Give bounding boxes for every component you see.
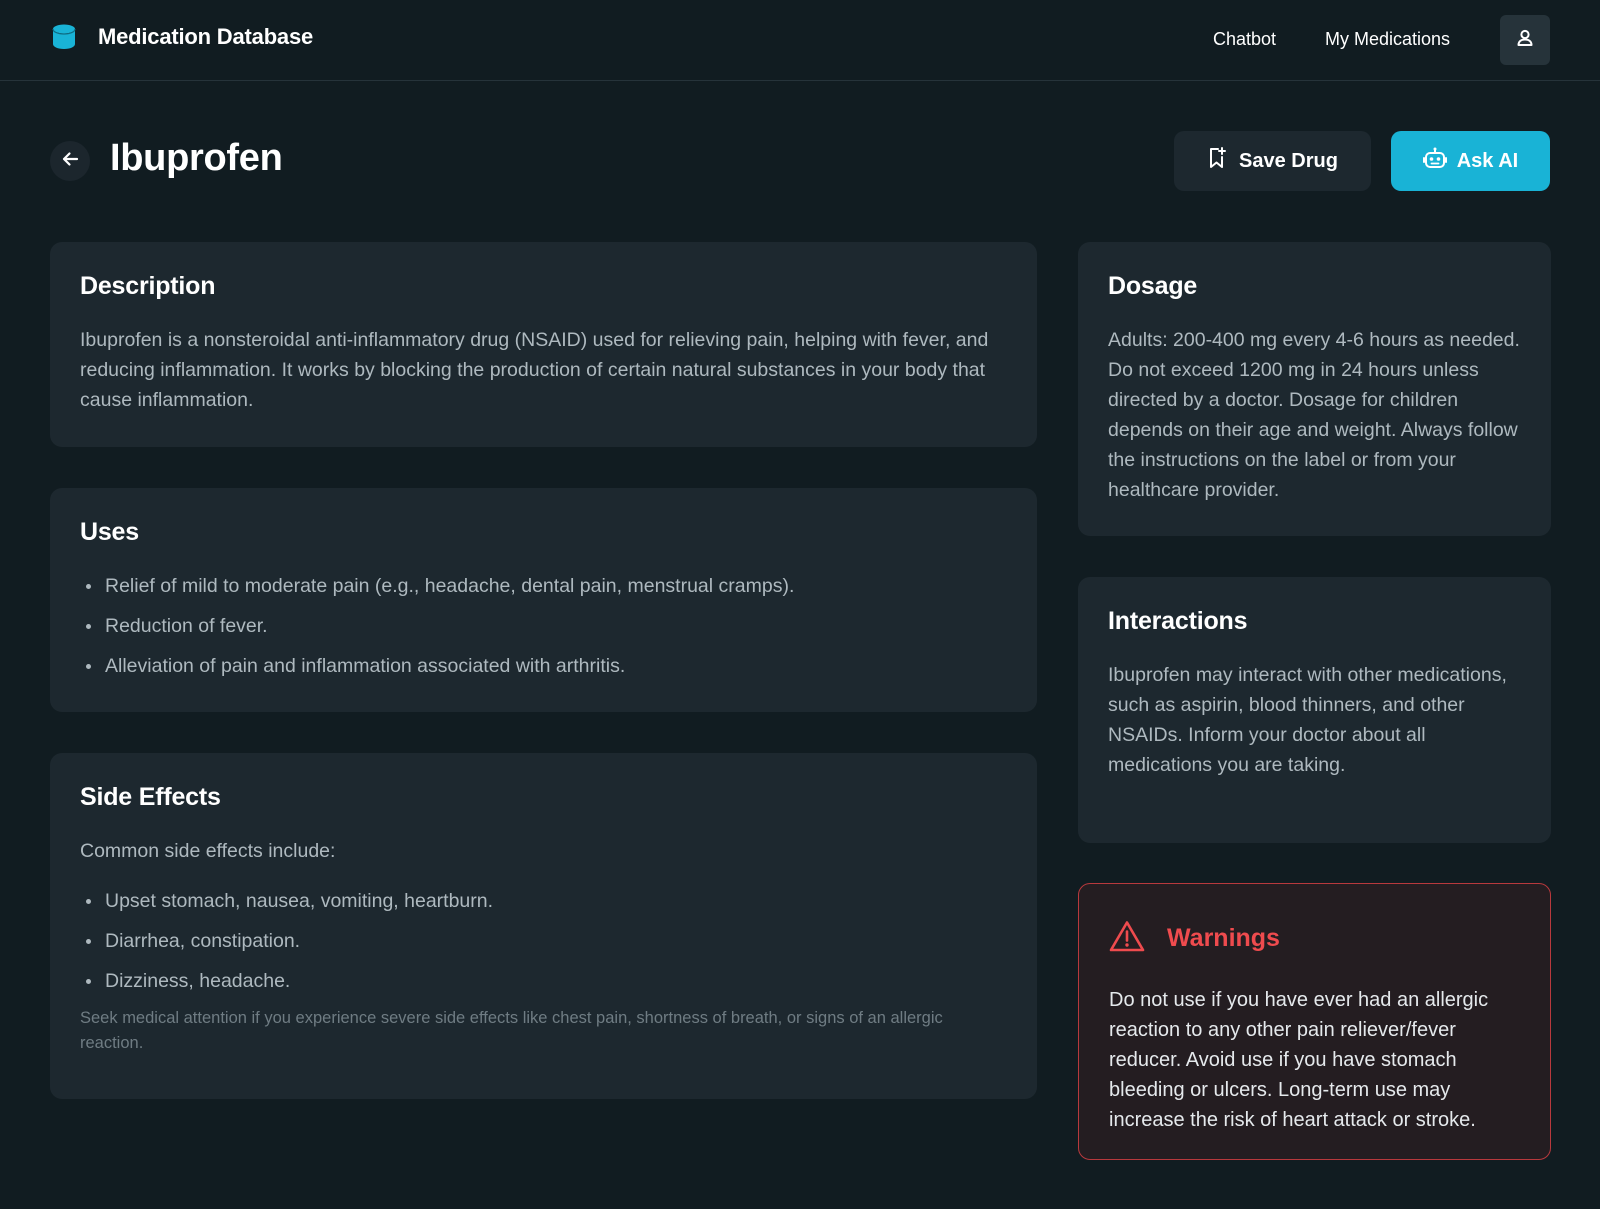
user-icon (1515, 28, 1535, 53)
warnings-title: Warnings (1167, 924, 1280, 952)
list-item: Reduction of fever. (80, 611, 1007, 641)
database-icon (52, 24, 76, 50)
uses-title: Uses (80, 518, 139, 546)
dosage-card: Dosage Adults: 200-400 mg every 4-6 hour… (1078, 242, 1551, 536)
user-menu-button[interactable] (1500, 15, 1550, 65)
uses-card: Uses Relief of mild to moderate pain (e.… (50, 488, 1037, 712)
ask-ai-button[interactable]: Ask AI (1391, 131, 1550, 191)
dosage-title: Dosage (1108, 272, 1198, 300)
brand[interactable]: Medication Database (52, 24, 313, 50)
nav-my-medications[interactable]: My Medications (1325, 29, 1450, 50)
save-drug-label: Save Drug (1239, 149, 1338, 172)
interactions-title: Interactions (1108, 607, 1248, 635)
arrow-left-icon (60, 149, 80, 174)
warnings-header: Warnings (1109, 920, 1520, 957)
list-item: Upset stomach, nausea, vomiting, heartbu… (80, 886, 1007, 916)
interactions-card: Interactions Ibuprofen may interact with… (1078, 577, 1551, 843)
list-item: Dizziness, headache. (80, 966, 1007, 996)
robot-icon (1422, 147, 1457, 175)
side-effects-intro: Common side effects include: (80, 840, 336, 862)
uses-list: Relief of mild to moderate pain (e.g., h… (80, 571, 1007, 681)
warnings-card: Warnings Do not use if you have ever had… (1078, 883, 1551, 1160)
warning-triangle-icon (1109, 920, 1167, 957)
side-effects-card: Side Effects Common side effects include… (50, 753, 1037, 1099)
list-item: Alleviation of pain and inflammation ass… (80, 651, 1007, 681)
list-item: Relief of mild to moderate pain (e.g., h… (80, 571, 1007, 601)
description-text: Ibuprofen is a nonsteroidal anti-inflamm… (80, 329, 989, 411)
dosage-text: Adults: 200-400 mg every 4-6 hours as ne… (1108, 329, 1520, 501)
bookmark-plus-icon (1207, 147, 1239, 175)
side-effects-title: Side Effects (80, 783, 221, 811)
ask-ai-label: Ask AI (1456, 149, 1519, 172)
top-bar: Medication Database Chatbot My Medicatio… (0, 0, 1600, 81)
warnings-text: Do not use if you have ever had an aller… (1109, 989, 1489, 1131)
save-drug-button[interactable]: Save Drug (1174, 131, 1371, 191)
description-card: Description Ibuprofen is a nonsteroidal … (50, 242, 1037, 447)
side-effects-list: Upset stomach, nausea, vomiting, heartbu… (80, 886, 1007, 996)
list-item: Diarrhea, constipation. (80, 926, 1007, 956)
interactions-text: Ibuprofen may interact with other medica… (1108, 664, 1507, 776)
page-title: Ibuprofen (110, 137, 283, 179)
app-title: Medication Database (98, 24, 314, 49)
nav-chatbot[interactable]: Chatbot (1213, 29, 1276, 50)
back-button[interactable] (50, 141, 90, 181)
description-title: Description (80, 272, 216, 300)
side-effects-note: Seek medical attention if you experience… (80, 1009, 943, 1052)
